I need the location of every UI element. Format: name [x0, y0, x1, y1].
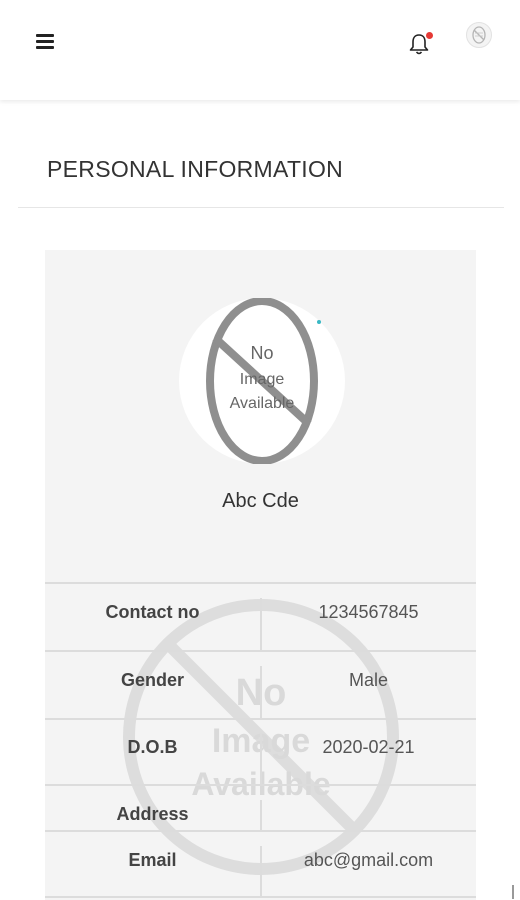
user-avatar-button[interactable]: [466, 22, 492, 48]
detail-row-dob: D.O.B 2020-02-21: [45, 718, 476, 784]
placeholder-line-1: No: [250, 343, 273, 363]
scrollbar-thumb[interactable]: [512, 885, 514, 899]
page-title: PERSONAL INFORMATION: [47, 156, 344, 182]
detail-value: 2020-02-21: [322, 737, 415, 757]
detail-value: 1234567845: [318, 602, 419, 622]
detail-label: Email: [128, 850, 177, 870]
detail-label: Address: [116, 804, 189, 824]
profile-card: No Image Available No Image Available Ab…: [45, 250, 476, 900]
hamburger-menu-icon[interactable]: [36, 34, 54, 52]
placeholder-line-2: Image: [240, 371, 285, 388]
title-divider: [18, 207, 504, 208]
notification-dot: [426, 32, 433, 39]
top-bar: [0, 0, 520, 100]
placeholder-line-3: Available: [230, 395, 295, 412]
no-image-avatar-icon: [472, 26, 486, 44]
detail-row-address: Address: [45, 784, 476, 832]
detail-row-gender: Gender Male: [45, 650, 476, 718]
notification-button[interactable]: [408, 32, 434, 58]
detail-label: Gender: [120, 670, 185, 690]
detail-label: D.O.B: [127, 737, 178, 757]
detail-row-email: Email abc@gmail.com: [45, 830, 476, 898]
detail-label: Contact no: [105, 602, 200, 622]
column-divider: [260, 800, 262, 832]
detail-value: Male: [348, 670, 388, 690]
loading-indicator: [317, 320, 321, 324]
detail-row-contact: Contact no 1234567845: [45, 582, 476, 650]
detail-value: abc@gmail.com: [303, 850, 434, 870]
profile-name: Abc Cde: [222, 490, 299, 512]
